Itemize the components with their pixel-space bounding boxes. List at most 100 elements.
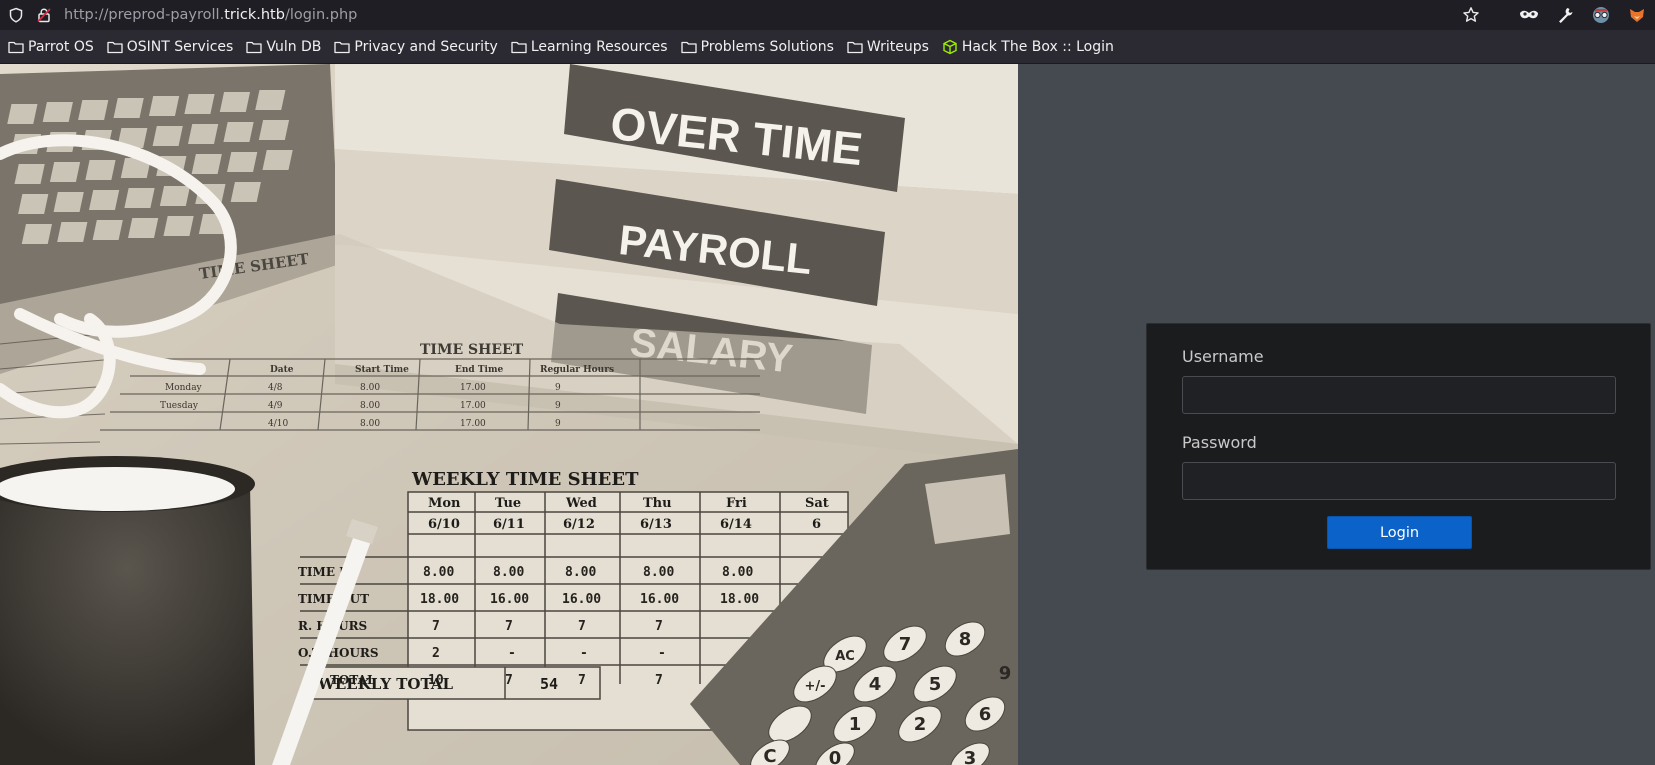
calc-key: 2 bbox=[914, 714, 927, 735]
day-header: Sat bbox=[805, 496, 829, 511]
day-header: Wed bbox=[565, 496, 597, 511]
calc-key: C bbox=[763, 746, 776, 765]
small-sheet-cell: 17.00 bbox=[460, 419, 486, 429]
small-sheet-header-regular: Regular Hours bbox=[540, 365, 614, 375]
sheet-cell: 16.00 bbox=[640, 592, 679, 607]
sheet-cell: - bbox=[508, 646, 516, 661]
small-sheet-header-end: End Time bbox=[455, 365, 503, 375]
sheet-cell: 7 bbox=[432, 619, 440, 634]
date-header: 6/13 bbox=[640, 517, 672, 532]
calc-key: 8 bbox=[959, 629, 972, 650]
small-sheet-cell: 17.00 bbox=[460, 401, 486, 411]
folder-icon bbox=[334, 41, 351, 53]
sheet-cell: 18.00 bbox=[720, 592, 759, 607]
small-sheet-title-2: TIME SHEET bbox=[420, 342, 524, 358]
bookmark-label: Vuln DB bbox=[266, 38, 322, 55]
bookmark-writeups[interactable]: Writeups bbox=[843, 34, 933, 60]
htb-cube-icon bbox=[943, 39, 957, 54]
day-header: Mon bbox=[428, 496, 461, 511]
sheet-cell: - bbox=[580, 646, 588, 661]
weekly-sheet-title: WEEKLY TIME SHEET bbox=[411, 469, 639, 490]
bookmark-parrot-os[interactable]: Parrot OS bbox=[4, 34, 98, 60]
sheet-cell: 7 bbox=[655, 673, 663, 688]
url-domain: trick.htb bbox=[224, 7, 285, 23]
bookmark-hack-the-box-login[interactable]: Hack The Box :: Login bbox=[938, 34, 1118, 60]
sheet-cell: 18.00 bbox=[420, 592, 459, 607]
folder-icon bbox=[107, 41, 123, 53]
login-card: Username Password Login bbox=[1146, 323, 1651, 570]
calc-key: 7 bbox=[899, 634, 912, 655]
small-sheet-cell: 4/10 bbox=[268, 419, 288, 429]
browser-url-bar: http://preprod-payroll.trick.htb/login.p… bbox=[0, 0, 1655, 30]
calc-key: 1 bbox=[849, 714, 862, 735]
bookmark-label: Problems Solutions bbox=[700, 38, 834, 55]
shield-icon[interactable] bbox=[6, 5, 26, 25]
small-sheet-cell: 8.00 bbox=[360, 401, 380, 411]
sheet-cell: 16.00 bbox=[562, 592, 601, 607]
calc-key: AC bbox=[835, 649, 855, 664]
sheet-cell: 7 bbox=[505, 619, 513, 634]
bookmark-label: Parrot OS bbox=[28, 38, 94, 55]
weekly-total-label: WEEKLY TOTAL bbox=[317, 675, 453, 693]
folder-icon bbox=[680, 41, 697, 53]
folder-icon bbox=[246, 41, 262, 53]
date-header: 6/12 bbox=[563, 517, 595, 532]
day-header: Fri bbox=[726, 496, 747, 511]
login-button[interactable]: Login bbox=[1327, 516, 1472, 549]
row-label: O.T. HOURS bbox=[298, 646, 379, 660]
small-sheet-cell: 4/9 bbox=[268, 401, 283, 411]
insecure-lock-icon[interactable] bbox=[34, 5, 54, 25]
bookmark-problems-solutions[interactable]: Problems Solutions bbox=[677, 34, 838, 60]
small-sheet-cell: Monday bbox=[165, 383, 203, 393]
day-header: Thu bbox=[643, 496, 672, 511]
wrench-extension-icon[interactable] bbox=[1547, 0, 1583, 30]
bookmark-privacy-and-security[interactable]: Privacy and Security bbox=[330, 34, 501, 60]
sheet-cell: - bbox=[658, 646, 666, 661]
bookmarks-toolbar: Parrot OS OSINT Services Vuln DB Privacy… bbox=[0, 30, 1655, 64]
small-sheet-cell: 9 bbox=[555, 383, 561, 393]
toolbar-icons bbox=[1453, 0, 1655, 30]
password-input[interactable] bbox=[1182, 462, 1616, 500]
small-sheet-header-start: Start Time bbox=[355, 365, 409, 375]
calc-key: 9 bbox=[999, 663, 1012, 684]
day-header: Tue bbox=[495, 496, 521, 511]
url-text[interactable]: http://preprod-payroll.trick.htb/login.p… bbox=[64, 7, 357, 23]
calc-key: 3 bbox=[964, 748, 977, 765]
small-sheet-cell: 4/8 bbox=[268, 383, 283, 393]
star-icon[interactable] bbox=[1453, 0, 1489, 30]
folder-icon bbox=[8, 41, 24, 53]
sheet-cell: 8.00 bbox=[565, 565, 596, 580]
mask-extension-icon[interactable] bbox=[1511, 0, 1547, 30]
small-sheet-header-date: Date bbox=[270, 365, 294, 375]
username-label: Username bbox=[1182, 347, 1264, 366]
calc-key: +/- bbox=[804, 679, 825, 694]
sheet-cell: 8.00 bbox=[643, 565, 674, 580]
sheet-cell: 16.00 bbox=[490, 592, 529, 607]
bookmark-learning-resources[interactable]: Learning Resources bbox=[507, 34, 672, 60]
sheet-cell: 7 bbox=[505, 673, 513, 688]
bookmark-label: OSINT Services bbox=[126, 38, 234, 55]
sheet-cell: 8.00 bbox=[493, 565, 524, 580]
payroll-photo: OVER TIME PAYROLL SALARY TIME SHEET TIME… bbox=[0, 64, 1018, 765]
password-label: Password bbox=[1182, 433, 1257, 452]
sheet-cell: 2 bbox=[432, 646, 440, 661]
fox-extension-icon[interactable] bbox=[1619, 0, 1655, 30]
sheet-cell: 7 bbox=[655, 619, 663, 634]
small-sheet-cell: 8.00 bbox=[360, 383, 380, 393]
weekly-total-value: 54 bbox=[540, 675, 558, 693]
calc-key: 0 bbox=[829, 748, 842, 765]
date-header: 6/14 bbox=[720, 517, 752, 532]
calc-key: 5 bbox=[929, 674, 942, 695]
username-input[interactable] bbox=[1182, 376, 1616, 414]
small-sheet-cell: Tuesday bbox=[160, 401, 199, 411]
bookmark-osint-services[interactable]: OSINT Services bbox=[103, 34, 238, 60]
sheet-cell: 7 bbox=[578, 673, 586, 688]
date-header: 6/11 bbox=[493, 517, 525, 532]
folder-icon bbox=[847, 41, 863, 53]
small-sheet-cell: 9 bbox=[555, 401, 561, 411]
bookmark-label: Privacy and Security bbox=[354, 38, 498, 55]
bookmark-vuln-db[interactable]: Vuln DB bbox=[242, 34, 325, 60]
glasses-extension-icon[interactable] bbox=[1583, 0, 1619, 30]
url-prefix: http://preprod-payroll. bbox=[64, 7, 225, 23]
sheet-cell: 7 bbox=[578, 619, 586, 634]
